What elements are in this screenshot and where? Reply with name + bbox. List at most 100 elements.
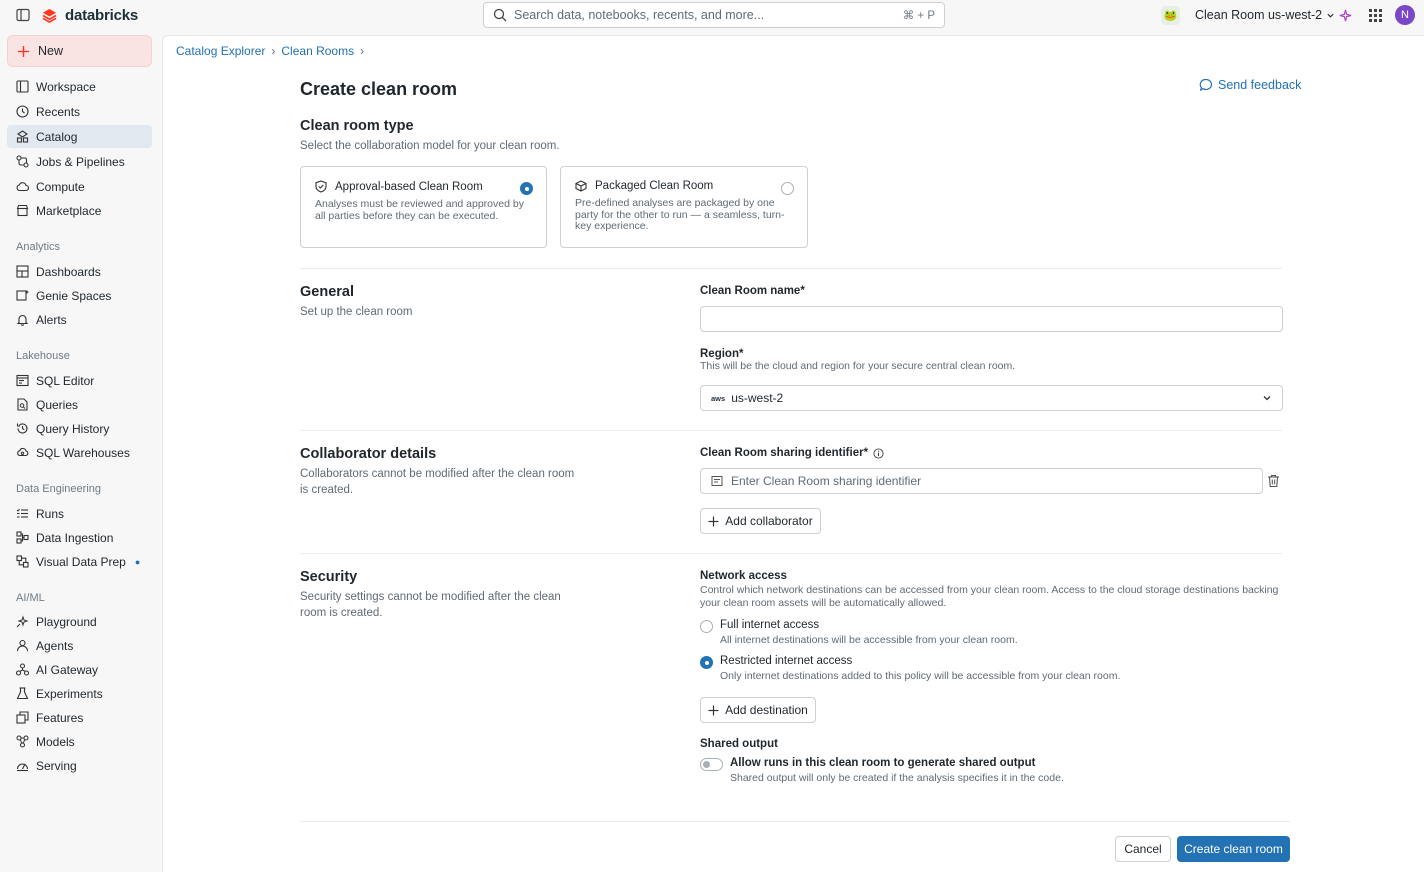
- workspace-frog-icon: 🐸: [1161, 6, 1180, 25]
- clean-room-type-card-approval[interactable]: Approval-based Clean Room Analyses must …: [300, 166, 547, 248]
- sidebar-item-label: Experiments: [36, 686, 103, 701]
- breadcrumb-catalog-explorer[interactable]: Catalog Explorer: [176, 44, 265, 58]
- features-icon: [16, 711, 29, 724]
- card-title: Approval-based Clean Room: [335, 180, 483, 193]
- shared-output-toggle[interactable]: [700, 758, 723, 771]
- shield-check-icon: [315, 180, 327, 193]
- section-divider: [300, 553, 1282, 554]
- workflow-icon: [16, 155, 29, 168]
- sidebar-item-visual-data-prep[interactable]: Visual Data Prep ●: [7, 550, 152, 573]
- radio-full-internet-access[interactable]: [700, 620, 713, 633]
- sharing-identifier-input[interactable]: [723, 469, 1262, 493]
- create-clean-room-button[interactable]: Create clean room: [1177, 836, 1290, 862]
- sidebar-item-data-ingestion[interactable]: Data Ingestion: [7, 526, 152, 549]
- full-internet-access-label: Full internet access: [720, 619, 820, 631]
- section-subtitle-security: Security settings cannot be modified aft…: [300, 591, 561, 619]
- card-description: Pre-defined analyses are packaged by one…: [575, 197, 785, 232]
- network-access-help: Control which network destinations can b…: [700, 584, 1279, 609]
- region-selected-value: us-west-2: [731, 391, 784, 405]
- sidebar-item-label: AI Gateway: [36, 662, 99, 677]
- send-feedback-link[interactable]: Send feedback: [1199, 78, 1301, 92]
- sidebar-item-agents[interactable]: Agents: [7, 634, 152, 657]
- sidebar-item-query-history[interactable]: Query History: [7, 417, 152, 440]
- sidebar-item-serving[interactable]: Serving: [7, 754, 152, 777]
- sidebar-item-compute[interactable]: Compute: [7, 175, 152, 198]
- breadcrumb-separator: ›: [360, 44, 365, 58]
- radio-packaged[interactable]: [781, 182, 794, 195]
- add-destination-button[interactable]: Add destination: [700, 697, 816, 723]
- restricted-internet-access-label: Restricted internet access: [720, 655, 853, 667]
- logo-text: databricks: [65, 7, 139, 24]
- send-feedback-label: Send feedback: [1218, 78, 1302, 92]
- sidebar-item-playground[interactable]: Playground: [7, 610, 152, 633]
- sidebar-section-aiml: AI/ML: [16, 592, 45, 604]
- clean-room-name-input[interactable]: [701, 307, 1282, 331]
- sidebar-item-experiments[interactable]: Experiments: [7, 682, 152, 705]
- apps-grid-icon[interactable]: [1369, 9, 1382, 22]
- sidebar-item-label: Runs: [36, 506, 65, 521]
- sidebar-item-label: Alerts: [36, 312, 67, 327]
- region-select[interactable]: aws us-west-2: [700, 385, 1283, 411]
- top-bar: databricks ⌘ + P 🐸 Clean Room us-west-2 …: [0, 0, 1424, 32]
- trash-icon[interactable]: [1267, 474, 1280, 488]
- sidebar-toggle-icon[interactable]: [16, 8, 30, 22]
- runs-list-icon: [16, 507, 29, 520]
- radio-restricted-internet-access[interactable]: [700, 656, 713, 669]
- network-access-title: Network access: [700, 570, 787, 582]
- sidebar-item-sql-editor[interactable]: SQL Editor: [7, 369, 152, 392]
- section-divider: [300, 268, 1282, 269]
- clock-icon: [16, 105, 29, 118]
- breadcrumb-clean-rooms[interactable]: Clean Rooms: [281, 44, 354, 58]
- user-avatar[interactable]: N: [1395, 5, 1415, 25]
- sidebar-item-queries[interactable]: Queries: [7, 393, 152, 416]
- sidebar-item-recents[interactable]: Recents: [7, 100, 152, 123]
- cancel-label: Cancel: [1124, 842, 1162, 856]
- sidebar-item-sql-warehouses[interactable]: SQL Warehouses: [7, 441, 152, 464]
- databricks-logo[interactable]: databricks: [42, 7, 138, 24]
- add-collaborator-button[interactable]: Add collaborator: [700, 508, 821, 534]
- sidebar-item-workspace[interactable]: Workspace: [7, 75, 152, 98]
- workspace-switcher[interactable]: Clean Room us-west-2: [1195, 8, 1335, 22]
- search-input[interactable]: [514, 8, 896, 22]
- new-label: New: [38, 44, 64, 58]
- sidebar-item-alerts[interactable]: Alerts: [7, 308, 152, 331]
- sidebar-item-ai-gateway[interactable]: AI Gateway: [7, 658, 152, 681]
- clean-room-name-label: Clean Room name*: [700, 285, 805, 297]
- section-divider: [300, 430, 1282, 431]
- sidebar-item-label: Visual Data Prep: [36, 554, 126, 569]
- sidebar-item-dashboards[interactable]: Dashboards: [7, 260, 152, 283]
- sidebar-item-genie-spaces[interactable]: Genie Spaces: [7, 284, 152, 307]
- section-subtitle-type: Select the collaboration model for your …: [300, 140, 560, 152]
- radio-approval-based[interactable]: [520, 182, 533, 195]
- search-shortcut: ⌘ + P: [902, 10, 935, 22]
- search-icon: [493, 8, 507, 22]
- full-internet-access-description: All internet destinations will be access…: [720, 634, 1018, 646]
- section-title-security: Security: [300, 569, 358, 585]
- sharing-identifier-label-row: Clean Room sharing identifier*: [700, 447, 884, 459]
- main-content: Catalog Explorer › Clean Rooms › Send fe…: [162, 35, 1424, 872]
- global-search[interactable]: ⌘ + P: [483, 2, 945, 28]
- new-feature-dot: ●: [134, 556, 141, 567]
- package-icon: [575, 180, 587, 192]
- sidebar-item-models[interactable]: Models: [7, 730, 152, 753]
- new-button[interactable]: New: [7, 35, 152, 67]
- sidebar-item-label: Compute: [36, 179, 85, 194]
- sidebar-item-label: Query History: [36, 421, 110, 436]
- section-title-type: Clean room type: [300, 118, 414, 134]
- sidebar-item-jobs-pipelines[interactable]: Jobs & Pipelines: [7, 150, 152, 173]
- clean-room-type-card-packaged[interactable]: Packaged Clean Room Pre-defined analyses…: [560, 166, 808, 248]
- add-collaborator-label: Add collaborator: [725, 514, 813, 528]
- assistant-sparkle-icon[interactable]: [1338, 8, 1353, 23]
- info-icon[interactable]: [873, 447, 884, 459]
- clean-room-name-field[interactable]: [700, 306, 1283, 332]
- sharing-identifier-field[interactable]: [700, 468, 1263, 494]
- sidebar-item-marketplace[interactable]: Marketplace: [7, 199, 152, 222]
- store-icon: [16, 204, 29, 217]
- section-title-general: General: [300, 284, 354, 300]
- sidebar-item-features[interactable]: Features: [7, 706, 152, 729]
- sidebar-item-runs[interactable]: Runs: [7, 502, 152, 525]
- cancel-button[interactable]: Cancel: [1115, 836, 1171, 862]
- ingestion-icon: [16, 531, 29, 544]
- sidebar-item-catalog[interactable]: Catalog: [7, 125, 152, 148]
- cloud-icon: [16, 180, 29, 193]
